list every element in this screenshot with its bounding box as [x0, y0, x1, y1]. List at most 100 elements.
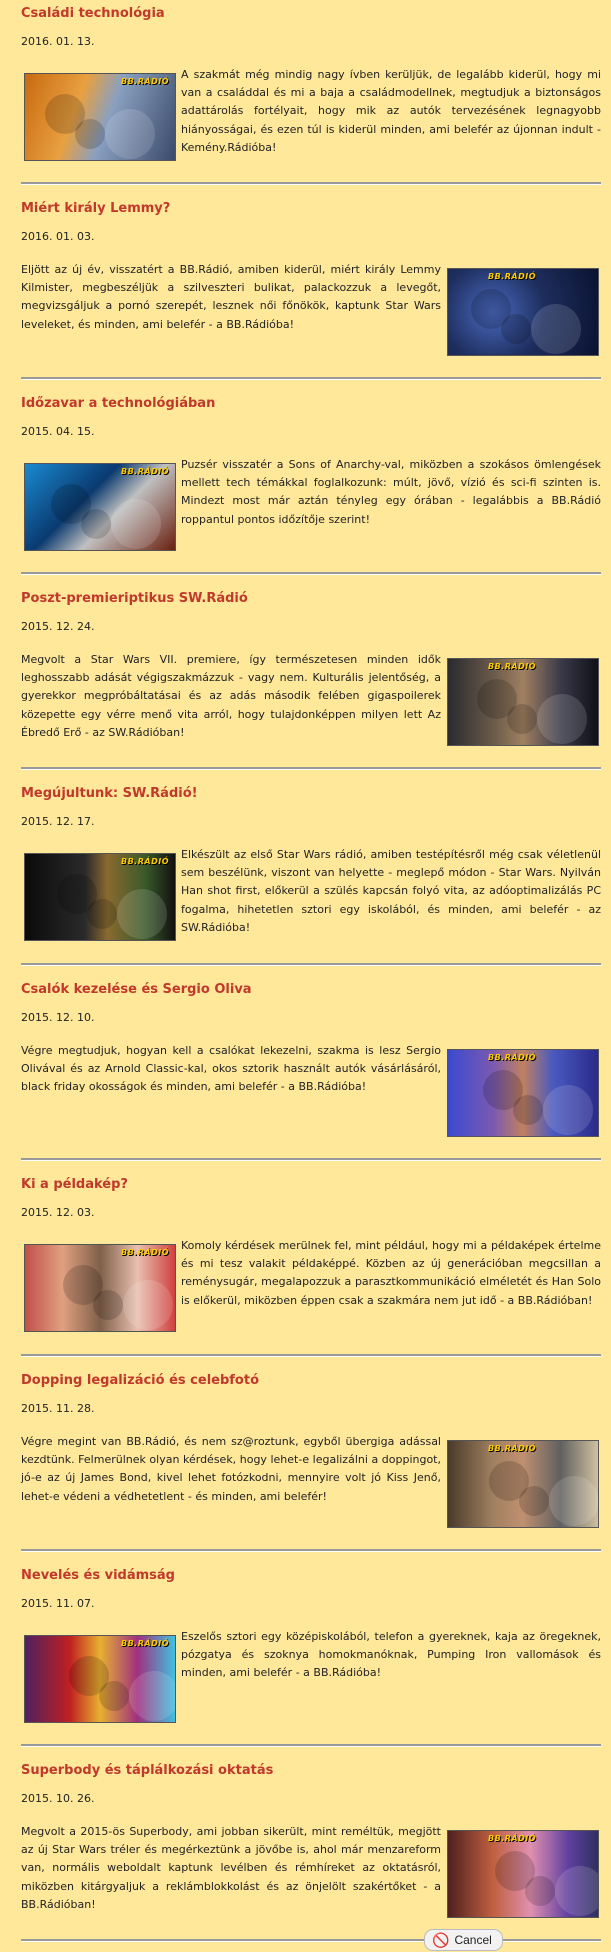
cancel-button[interactable]: 🚫 Cancel	[424, 1929, 503, 1951]
thumbnail-shape	[537, 694, 587, 744]
thumbnail-shape	[555, 1866, 598, 1916]
divider	[21, 1939, 601, 1941]
thumbnail-art	[448, 1831, 598, 1917]
post-excerpt: Végre megtudjuk, hogyan kell a csalókat …	[21, 1044, 441, 1094]
no-entry-icon: 🚫	[432, 1932, 450, 1948]
thumbnail-shape	[507, 704, 537, 734]
post-title[interactable]: Poszt-premieriptikus SW.Rádió	[21, 591, 248, 606]
thumbnail-shape	[543, 1085, 593, 1135]
thumbnail-art	[25, 1245, 175, 1331]
post-thumbnail[interactable]: BB.RÁDIÓ	[447, 1830, 599, 1918]
brand-badge: BB.RÁDIÓ	[120, 1248, 169, 1257]
post-excerpt: Eszelős sztori egy középiskolából, telef…	[181, 1630, 601, 1680]
post-thumbnail[interactable]: BB.RÁDIÓ	[24, 463, 176, 551]
post-item: Dopping legalizáció és celebfotó 2015. 11…	[0, 1367, 611, 1562]
post-item: Superbody és táplálkozási oktatás 2015. 1…	[0, 1757, 611, 1952]
post-date: 2015. 10. 26.	[21, 1792, 95, 1805]
brand-badge: BB.RÁDIÓ	[120, 1639, 169, 1648]
thumbnail-shape	[129, 1671, 175, 1721]
post-title[interactable]: Dopping legalizáció és celebfotó	[21, 1373, 259, 1388]
brand-badge: BB.RÁDIÓ	[488, 662, 537, 671]
post-excerpt: A szakmát még mindig nagy ívben kerüljük…	[181, 68, 601, 154]
thumbnail-shape	[75, 119, 105, 149]
post-thumbnail[interactable]: BB.RÁDIÓ	[447, 658, 599, 746]
thumbnail-art	[25, 854, 175, 940]
post-item: Időzavar a technológiában 2015. 04. 15. BB…	[0, 390, 611, 585]
brand-badge: BB.RÁDIÓ	[120, 77, 169, 86]
divider	[21, 182, 601, 184]
thumbnail-shape	[531, 304, 581, 354]
divider	[21, 963, 601, 965]
thumbnail-art	[448, 659, 598, 745]
post-date: 2015. 04. 15.	[21, 425, 95, 438]
divider	[21, 572, 601, 574]
brand-badge: BB.RÁDIÓ	[488, 1444, 537, 1453]
post-thumbnail[interactable]: BB.RÁDIÓ	[24, 73, 176, 161]
post-excerpt: Elkészült az első Star Wars rádió, amibe…	[181, 848, 601, 934]
brand-badge: BB.RÁDIÓ	[488, 1834, 537, 1843]
thumbnail-art	[448, 1441, 598, 1527]
post-title[interactable]: Időzavar a technológiában	[21, 396, 215, 411]
thumbnail-shape	[99, 1681, 129, 1711]
post-date: 2015. 12. 24.	[21, 620, 95, 633]
post-title[interactable]: Ki a példakép?	[21, 1177, 128, 1192]
post-date: 2015. 12. 17.	[21, 815, 95, 828]
post-title[interactable]: Miért király Lemmy?	[21, 201, 170, 216]
brand-badge: BB.RÁDIÓ	[488, 272, 537, 281]
brand-badge: BB.RÁDIÓ	[488, 1053, 537, 1062]
divider	[21, 1158, 601, 1160]
post-item: Poszt-premieriptikus SW.Rádió 2015. 12. 2…	[0, 585, 611, 780]
post-thumbnail[interactable]: BB.RÁDIÓ	[24, 1635, 176, 1723]
thumbnail-shape	[93, 1290, 123, 1320]
divider	[21, 1744, 601, 1746]
post-excerpt: Komoly kérdések merülnek fel, mint példá…	[181, 1239, 601, 1307]
post-title[interactable]: Csalók kezelése és Sergio Oliva	[21, 982, 252, 997]
post-thumbnail[interactable]: BB.RÁDIÓ	[447, 1049, 599, 1137]
post-title[interactable]: Nevelés és vidámság	[21, 1568, 175, 1583]
post-thumbnail[interactable]: BB.RÁDIÓ	[447, 268, 599, 356]
post-feed: Családi technológia 2016. 01. 13. BB.RÁDIÓ…	[0, 0, 611, 1952]
post-item: Ki a példakép? 2015. 12. 03. BB.RÁDIÓ Komol…	[0, 1171, 611, 1367]
thumbnail-art	[448, 269, 598, 355]
cancel-label: Cancel	[454, 1933, 492, 1947]
thumbnail-art	[25, 464, 175, 550]
thumbnail-shape	[525, 1876, 555, 1906]
thumbnail-art	[25, 1636, 175, 1722]
post-excerpt: Puzsér visszatér a Sons of Anarchy-val, …	[181, 458, 601, 526]
post-thumbnail[interactable]: BB.RÁDIÓ	[447, 1440, 599, 1528]
thumbnail-shape	[111, 499, 161, 549]
thumbnail-art	[448, 1050, 598, 1136]
post-date: 2015. 11. 07.	[21, 1597, 95, 1610]
post-date: 2016. 01. 03.	[21, 230, 95, 243]
thumbnail-art	[25, 74, 175, 160]
post-item: Családi technológia 2016. 01. 13. BB.RÁDIÓ…	[0, 0, 611, 195]
post-item: Megújultunk: SW.Rádió! 2015. 12. 17. BB.RÁ…	[0, 780, 611, 976]
post-item: Miért király Lemmy? 2016. 01. 03. BB.RÁDIÓ…	[0, 195, 611, 390]
thumbnail-shape	[81, 509, 111, 539]
post-excerpt: Megvolt a Star Wars VII. premiere, így t…	[21, 653, 441, 739]
thumbnail-shape	[519, 1486, 549, 1516]
post-excerpt: Eljött az új év, visszatért a BB.Rádió, …	[21, 263, 441, 331]
thumbnail-shape	[105, 109, 155, 159]
divider	[21, 1354, 601, 1356]
post-date: 2016. 01. 13.	[21, 35, 95, 48]
thumbnail-shape	[513, 1095, 543, 1125]
thumbnail-shape	[87, 899, 117, 929]
post-title[interactable]: Superbody és táplálkozási oktatás	[21, 1763, 273, 1778]
post-item: Csalók kezelése és Sergio Oliva 2015. 12.…	[0, 976, 611, 1171]
brand-badge: BB.RÁDIÓ	[120, 467, 169, 476]
post-title[interactable]: Családi technológia	[21, 6, 165, 21]
post-excerpt: Megvolt a 2015-ös Superbody, ami jobban …	[21, 1825, 441, 1911]
divider	[21, 767, 601, 769]
post-excerpt: Végre megint van BB.Rádió, és nem sz@roz…	[21, 1435, 441, 1503]
post-date: 2015. 12. 10.	[21, 1011, 95, 1024]
post-title[interactable]: Megújultunk: SW.Rádió!	[21, 786, 198, 801]
thumbnail-shape	[117, 889, 167, 939]
divider	[21, 377, 601, 379]
post-date: 2015. 12. 03.	[21, 1206, 95, 1219]
thumbnail-shape	[123, 1280, 173, 1330]
divider	[21, 1549, 601, 1551]
post-date: 2015. 11. 28.	[21, 1402, 95, 1415]
post-thumbnail[interactable]: BB.RÁDIÓ	[24, 853, 176, 941]
post-thumbnail[interactable]: BB.RÁDIÓ	[24, 1244, 176, 1332]
